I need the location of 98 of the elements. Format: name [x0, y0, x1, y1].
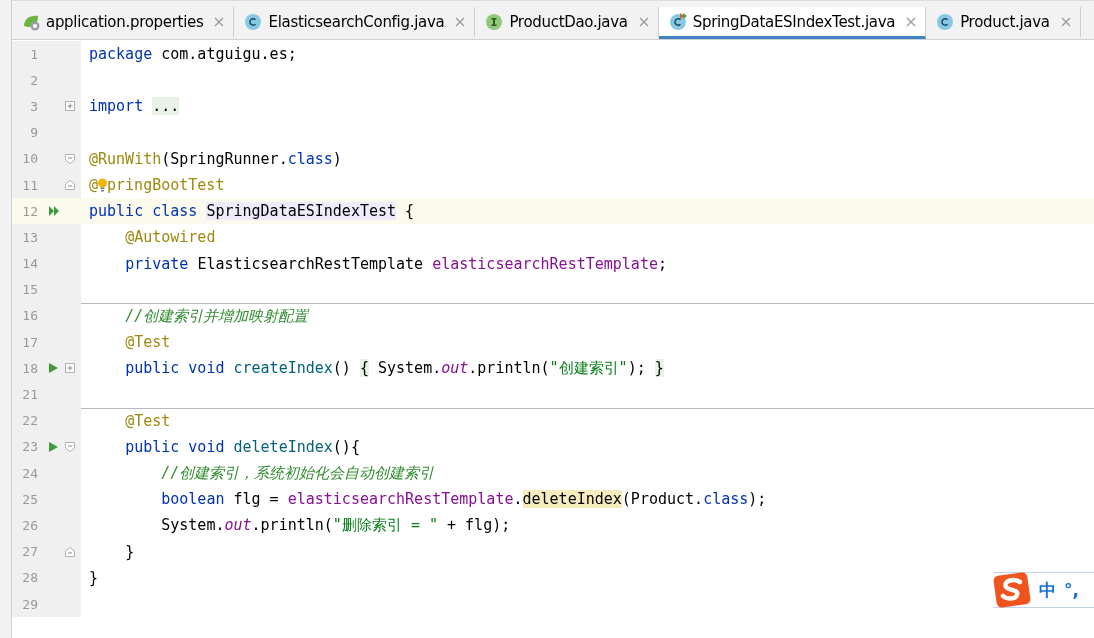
code-comment: //创建索引，系统初始化会自动创建索引: [161, 464, 435, 482]
line-number: 1: [29, 46, 38, 62]
annotation: pringBootTest: [107, 175, 225, 194]
keyword: import: [89, 97, 144, 116]
line-number: 18: [21, 360, 38, 376]
code-text: System.: [161, 516, 225, 535]
keyword: package: [89, 45, 153, 63]
code-text: com.atguigu.es;: [161, 45, 297, 63]
fold-expand-icon: [65, 101, 75, 112]
annotation: @RunWith: [89, 149, 162, 168]
keyword: boolean: [161, 490, 225, 509]
string-literal: "创建索引": [549, 359, 628, 378]
keyword: public void: [125, 437, 225, 456]
fold-collapse-icon: [65, 546, 75, 557]
code-text: .: [513, 490, 523, 509]
fold-collapse-icon: [65, 180, 75, 191]
line-number: 25: [21, 491, 38, 507]
code-text: ;: [657, 254, 667, 273]
line-number: 12: [21, 203, 38, 219]
code-text: (SpringRunner.: [161, 149, 288, 168]
editor-tab[interactable]: ElasticsearchConfig.java: [234, 7, 476, 39]
keyword: class: [703, 490, 749, 509]
line-number: 16: [21, 308, 38, 324]
close-icon: [213, 15, 226, 28]
line-number: 28: [21, 570, 38, 586]
folded-code: }: [654, 359, 664, 378]
close-icon: [1059, 15, 1072, 28]
line-number: 3: [29, 98, 38, 114]
code-text: {: [405, 202, 415, 221]
editor-tab[interactable]: ProductDao.java: [475, 7, 659, 39]
code-text: (Product.: [621, 490, 704, 509]
line-number: 10: [21, 151, 38, 167]
annotation: @Test: [125, 333, 171, 352]
keyword: private: [125, 254, 189, 273]
line-number: 11: [21, 177, 38, 193]
code-text: (){: [332, 437, 360, 456]
code-text: ): [332, 149, 342, 168]
lightbulb-icon: [98, 176, 108, 192]
annotation: @Test: [125, 411, 171, 430]
line-number: 9: [29, 125, 38, 141]
run-all-icon: [48, 205, 60, 218]
keyword: class: [287, 149, 333, 168]
run-icon: [48, 362, 59, 375]
fold-collapse-icon: [65, 153, 75, 164]
class-name: SpringDataESIndexTest: [206, 202, 397, 221]
line-number: 2: [29, 72, 38, 88]
class-icon: [936, 12, 955, 31]
field-name: elasticsearchRestTemplate: [432, 254, 658, 273]
line-number: 26: [21, 517, 38, 533]
code-comment: //创建索引并增加映射配置: [125, 306, 309, 325]
run-icon: [48, 440, 59, 453]
code-text: + flg);: [447, 516, 511, 535]
folded-code: {: [359, 359, 369, 378]
code-text: .println(: [251, 516, 333, 535]
method-name: createIndex: [233, 359, 333, 378]
ime-mode[interactable]: 中: [1039, 578, 1056, 602]
static-field: out: [224, 516, 252, 535]
static-field: out: [441, 359, 469, 378]
editor-tab[interactable]: SpringDataESIndexTest.java: [658, 7, 927, 39]
close-icon: [637, 15, 650, 28]
code-text: }: [89, 568, 99, 587]
annotation: @: [89, 175, 99, 194]
close-icon: [454, 15, 467, 28]
method-name: deleteIndex: [233, 437, 333, 456]
code-text: ElasticsearchRestTemplate: [197, 254, 424, 273]
class-icon: [244, 12, 263, 31]
editor-tab[interactable]: Product.java: [926, 7, 1081, 39]
code-text: }: [125, 542, 135, 561]
code-text: System.: [378, 359, 442, 378]
code-text: (): [332, 359, 351, 378]
line-number: 22: [21, 413, 38, 429]
code-text: .println(: [468, 359, 550, 378]
field-name: elasticsearchRestTemplate: [287, 490, 514, 509]
string-literal: "删除索引 = ": [332, 516, 438, 535]
close-icon: [905, 15, 918, 28]
annotation: @Autowired: [125, 228, 216, 247]
line-number: 13: [21, 229, 38, 245]
line-number: 14: [21, 256, 38, 272]
code-text: flg =: [233, 490, 279, 509]
line-number: 17: [21, 334, 38, 350]
fold-collapse-icon: [65, 441, 75, 452]
fold-expand-icon: [65, 363, 75, 374]
editor-tab[interactable]: application.properties: [12, 7, 235, 39]
line-number: 21: [21, 387, 38, 403]
interface-icon: [485, 12, 504, 31]
test-class-icon: [668, 12, 687, 31]
line-number: 24: [21, 465, 38, 481]
keyword: public class: [89, 202, 198, 221]
keyword: public void: [125, 359, 225, 378]
line-number: 27: [21, 544, 38, 560]
line-number: 15: [21, 282, 38, 298]
ime-punctuation[interactable]: °,: [1064, 580, 1079, 600]
line-number: 29: [21, 596, 38, 612]
folded-code: ...: [152, 97, 180, 116]
method-call: deleteIndex: [522, 490, 622, 509]
code-text: );: [748, 490, 767, 509]
line-number: 23: [21, 439, 38, 455]
code-text: );: [627, 359, 646, 378]
